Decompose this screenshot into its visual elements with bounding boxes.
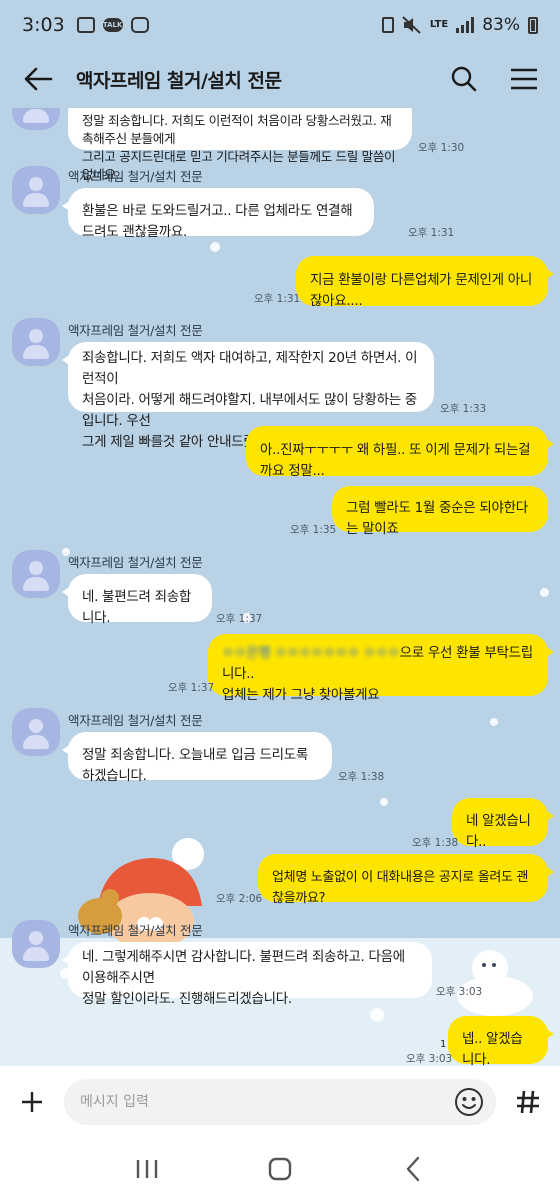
message-time: 오후 2:06 bbox=[216, 893, 263, 905]
received-message[interactable]: 정말 죄송합니다. 저희도 이런적이 처음이라 당황스러웠고. 재촉해주신 분들… bbox=[68, 108, 412, 182]
message-time: 오후 1:30 bbox=[418, 142, 465, 154]
emoji-icon bbox=[455, 1088, 483, 1116]
message-time: 오후 3:03 bbox=[436, 986, 483, 998]
hashtag-icon bbox=[517, 1090, 539, 1114]
home-button[interactable] bbox=[250, 1147, 310, 1191]
kakaotalk-icon: TALK bbox=[102, 18, 123, 32]
instagram-icon bbox=[130, 17, 149, 33]
sent-message[interactable]: 넵.. 알겠습니다. bbox=[448, 1016, 554, 1066]
sent-message[interactable]: 업체명 노출없이 이 대화내용은 공지로 올려도 괜찮을까요? bbox=[258, 854, 554, 906]
sender-avatar[interactable] bbox=[12, 166, 60, 214]
recent-apps-button[interactable] bbox=[117, 1147, 177, 1191]
menu-button[interactable] bbox=[506, 61, 542, 97]
chat-title: 액자프레임 철거/설치 전문 bbox=[76, 69, 282, 92]
search-icon bbox=[451, 66, 477, 92]
redacted-account-text: ㅇㅇ은행 ㅇㅇㅇㅇㅇㅇㅇ ㅇㅇㅇ bbox=[222, 645, 400, 661]
received-message[interactable]: 네. 불편드려 죄송합니다. bbox=[62, 574, 212, 626]
sent-message[interactable]: 네 알겠습니다.. bbox=[452, 798, 554, 850]
notification-icons: TALK bbox=[76, 17, 149, 33]
sent-message[interactable]: 지금 환불이랑 다른업체가 문제인게 아니잖아요.... bbox=[296, 256, 554, 309]
message-input[interactable] bbox=[64, 1079, 496, 1125]
sender-name: 액자프레임 철거/설치 전문 bbox=[68, 923, 203, 938]
emoji-button[interactable] bbox=[454, 1087, 484, 1117]
chevron-left-icon bbox=[407, 1156, 420, 1182]
received-message[interactable]: 네. 그렇게해주시면 감사합니다. 불편드려 죄송하고. 다음에 이용해주시면 … bbox=[62, 942, 432, 1007]
sent-message[interactable]: 그럼 빨라도 1월 중순은 되야한다는 말이죠 bbox=[332, 486, 548, 537]
received-message[interactable]: 환불은 바로 도와드릴거고.. 다른 업체라도 연결해 드려도 괜찮을까요. bbox=[62, 188, 374, 240]
message-input-wrapper bbox=[64, 1079, 496, 1125]
hamburger-menu-icon bbox=[511, 68, 537, 90]
snowflake bbox=[540, 588, 549, 597]
snowflake bbox=[210, 242, 220, 252]
gallery-icon bbox=[76, 17, 95, 33]
sender-avatar[interactable] bbox=[12, 318, 60, 366]
back-button[interactable] bbox=[18, 59, 58, 99]
status-right: LTE 83% bbox=[381, 15, 538, 35]
search-button[interactable] bbox=[446, 61, 482, 97]
sender-avatar[interactable] bbox=[12, 920, 60, 968]
message-line: ㅇㅇ은행 ㅇㅇㅇㅇㅇㅇㅇ ㅇㅇㅇ으로 우선 환불 부탁드립니다.. bbox=[222, 643, 534, 685]
hashtag-button[interactable] bbox=[508, 1082, 548, 1122]
attach-button[interactable] bbox=[12, 1082, 52, 1122]
message-line: 업체는 제가 그냥 찾아볼게요 bbox=[222, 687, 380, 703]
sent-message[interactable]: 아..진짜ㅜㅜㅜㅜ 왜 하필.. 또 이게 문제가 되는걸까요 정말... bbox=[246, 426, 554, 479]
home-icon bbox=[268, 1157, 292, 1181]
snowflake bbox=[370, 1008, 384, 1022]
message-time: 오후 1:31 bbox=[408, 227, 455, 239]
chat-header: 액자프레임 철거/설치 전문 bbox=[0, 50, 560, 108]
message-time: 오후 3:03 bbox=[406, 1053, 453, 1065]
signal-icon bbox=[456, 17, 475, 33]
message-time: 오후 1:33 bbox=[440, 403, 487, 415]
message-time: 오후 1:38 bbox=[412, 837, 459, 849]
received-message[interactable]: 정말 죄송합니다. 오늘내로 입금 드리도록 하겠습니다. bbox=[62, 732, 332, 784]
snowflake bbox=[490, 718, 498, 726]
status-time: 3:03 bbox=[22, 14, 65, 36]
message-input-bar bbox=[0, 1066, 560, 1138]
message-time: 오후 1:37 bbox=[168, 682, 215, 694]
received-message[interactable]: 죄송합니다. 저희도 액자 대여하고, 제작한지 20년 하면서. 이런적이 처… bbox=[62, 342, 434, 450]
recent-apps-icon bbox=[136, 1160, 157, 1178]
message-time: 오후 1:35 bbox=[290, 524, 337, 536]
lte-indicator: LTE bbox=[429, 19, 449, 30]
message-time: 오후 1:38 bbox=[338, 771, 385, 783]
sender-name: 액자프레임 철거/설치 전문 bbox=[68, 169, 203, 184]
message-time: 오후 1:37 bbox=[216, 613, 263, 625]
sender-avatar[interactable] bbox=[12, 708, 60, 756]
battery-percent: 83% bbox=[482, 15, 520, 35]
snowflake bbox=[380, 798, 388, 806]
chat-area[interactable]: 정말 죄송합니다. 저희도 이런적이 처음이라 당황스러웠고. 재촉해주신 분들… bbox=[0, 108, 560, 1066]
sender-name: 액자프레임 철거/설치 전문 bbox=[68, 323, 203, 338]
system-navigation-bar bbox=[0, 1138, 560, 1200]
sender-name: 액자프레임 철거/설치 전문 bbox=[68, 713, 203, 728]
snowman-decoration-icon bbox=[457, 950, 533, 1016]
back-nav-button[interactable] bbox=[383, 1147, 443, 1191]
data-saver-icon bbox=[381, 17, 394, 33]
sender-avatar[interactable] bbox=[12, 108, 60, 130]
plus-icon bbox=[22, 1092, 42, 1112]
sender-name: 액자프레임 철거/설치 전문 bbox=[68, 555, 203, 570]
unread-count: 1 bbox=[440, 1039, 447, 1050]
sender-avatar[interactable] bbox=[12, 550, 60, 598]
status-bar: 3:03 TALK LTE 83% bbox=[0, 0, 560, 50]
arrow-left-icon bbox=[24, 67, 53, 91]
message-time: 오후 1:31 bbox=[254, 293, 301, 305]
header-actions bbox=[446, 61, 542, 97]
mute-icon bbox=[402, 16, 421, 34]
sent-message[interactable]: ㅇㅇ은행 ㅇㅇㅇㅇㅇㅇㅇ ㅇㅇㅇ으로 우선 환불 부탁드립니다.. 업체는 제가… bbox=[208, 634, 554, 703]
battery-icon bbox=[528, 16, 538, 34]
